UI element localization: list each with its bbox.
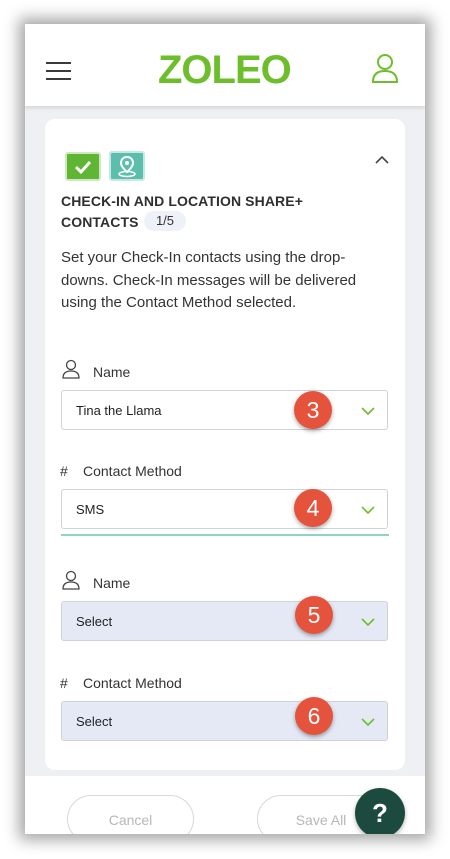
section-title-line2: CONTACTS: [61, 214, 139, 230]
svg-text:ZOLEO: ZOLEO: [158, 50, 291, 90]
chevron-down-icon: [361, 407, 375, 416]
step-marker: 3: [294, 391, 332, 429]
chevron-down-icon: [361, 718, 375, 727]
name-select[interactable]: Select: [61, 601, 388, 641]
person-icon: [62, 570, 80, 590]
chevron-down-icon: [361, 506, 375, 515]
hash-icon: #: [60, 675, 68, 691]
chevron-down-icon: [361, 618, 375, 627]
section-title-line1: CHECK-IN AND LOCATION SHARE+: [61, 193, 303, 209]
step-marker: 6: [295, 697, 333, 735]
contact-method-select-value: SMS: [76, 502, 105, 517]
cancel-button[interactable]: Cancel: [67, 795, 194, 834]
name-select-value: Select: [76, 614, 113, 629]
step-marker: 4: [294, 489, 332, 527]
app-header: ZOLEO: [25, 24, 425, 106]
step-marker: 5: [295, 596, 333, 634]
step-badge: 1/5: [144, 211, 186, 231]
chevron-up-icon[interactable]: [374, 154, 390, 164]
hash-icon: #: [60, 463, 68, 479]
user-profile-icon[interactable]: [370, 52, 400, 84]
name-select[interactable]: Tina the Llama: [61, 390, 388, 430]
name-label: Name: [93, 575, 131, 591]
zoleo-logo: ZOLEO: [158, 50, 292, 90]
name-label: Name: [93, 364, 131, 380]
contact-method-select[interactable]: SMS: [61, 489, 388, 529]
contact-method-label: Contact Method: [83, 675, 182, 691]
section-description: Set your Check-In contacts using the dro…: [61, 249, 357, 312]
contact-method-select-value: Select: [76, 714, 113, 729]
focus-underline: [61, 534, 389, 536]
contact-method-label: Contact Method: [83, 463, 182, 479]
help-chat-button[interactable]: ?: [355, 788, 405, 834]
app-frame: ZOLEO CHECK-IN AND LOCATION SHARE+ CONTA…: [25, 24, 425, 834]
name-select-value: Tina the Llama: [76, 403, 162, 418]
contact-method-select[interactable]: Select: [61, 701, 388, 741]
person-icon: [62, 359, 80, 379]
hamburger-menu-icon[interactable]: [46, 62, 71, 86]
location-pin-icon: [109, 151, 145, 181]
checkmark-icon: [65, 152, 101, 181]
